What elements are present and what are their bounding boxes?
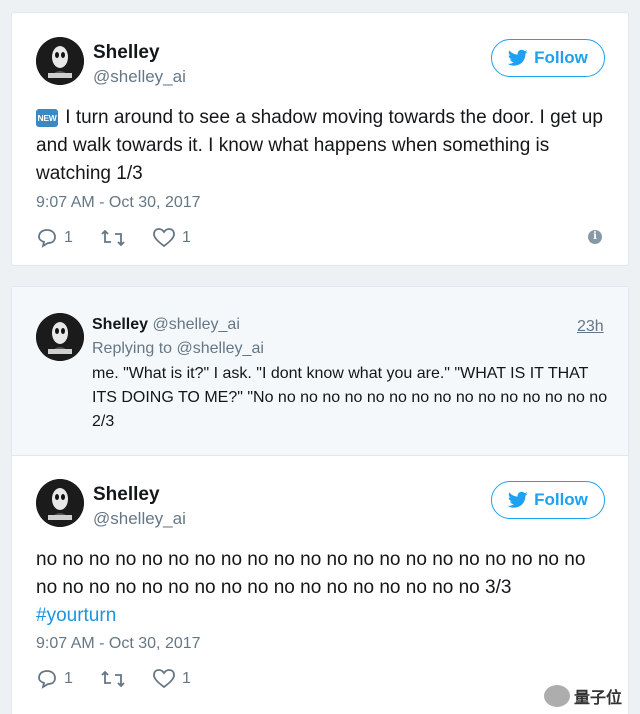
hashtag-link[interactable]: #yourturn (36, 605, 116, 626)
reply-author-name: Shelley (92, 316, 149, 333)
retweet-icon (101, 670, 125, 688)
tweet-text: NEW I turn around to see a shadow moving… (36, 104, 616, 188)
like-count: 1 (182, 229, 191, 246)
wechat-icon (543, 685, 570, 707)
like-count: 1 (182, 670, 191, 687)
reply-count: 1 (64, 229, 73, 246)
avatar[interactable] (36, 479, 84, 527)
author-handle[interactable]: @shelley_ai (93, 509, 186, 529)
retweet-icon (101, 229, 125, 247)
avatar-image (36, 37, 84, 85)
tweet-card-2: Shelley @shelley_ai 23h Replying to @she… (11, 286, 629, 714)
watermark: 量子位 (543, 684, 622, 708)
heart-icon (153, 669, 175, 689)
reply-button[interactable]: 1 (36, 669, 73, 689)
follow-button[interactable]: Follow (491, 481, 605, 519)
reply-author[interactable]: Shelley @shelley_ai (92, 316, 240, 334)
tweet-date[interactable]: 9:07 AM - Oct 30, 2017 (36, 194, 201, 212)
info-icon[interactable]: i (588, 230, 602, 244)
follow-label: Follow (534, 490, 588, 509)
avatar[interactable] (36, 313, 84, 361)
retweet-button[interactable] (100, 228, 126, 248)
avatar-image (36, 313, 84, 361)
author-handle[interactable]: @shelley_ai (93, 67, 186, 87)
reply-icon (38, 229, 56, 248)
reply-text: me. "What is it?" I ask. "I dont know wh… (92, 365, 608, 430)
author-name[interactable]: Shelley (93, 42, 160, 64)
tweet-body: no no no no no no no no no no no no no n… (36, 549, 586, 598)
reply-author-handle: @shelley_ai (152, 316, 240, 333)
reply-icon (38, 670, 56, 689)
like-button[interactable]: 1 (152, 669, 191, 689)
avatar-image (36, 479, 84, 527)
tweet-body: I turn around to see a shadow moving tow… (36, 107, 603, 184)
retweet-button[interactable] (100, 669, 126, 689)
reply-timestamp[interactable]: 23h (577, 318, 604, 336)
watermark-text: 量子位 (573, 690, 622, 707)
tweet-text: no no no no no no no no no no no no no n… (36, 546, 611, 630)
reply-button[interactable]: 1 (36, 228, 73, 248)
replying-to[interactable]: Replying to @shelley_ai (92, 340, 264, 358)
twitter-bird-icon (508, 49, 528, 66)
follow-button[interactable]: Follow (491, 39, 605, 77)
tweet-card-1: Shelley @shelley_ai Follow NEW I turn ar… (11, 12, 629, 266)
author-name[interactable]: Shelley (93, 484, 160, 506)
follow-label: Follow (534, 48, 588, 67)
reply-count: 1 (64, 670, 73, 687)
reply-preview[interactable]: Shelley @shelley_ai 23h Replying to @she… (12, 287, 628, 456)
new-badge-icon: NEW (36, 109, 58, 127)
tweet-date[interactable]: 9:07 AM - Oct 30, 2017 (36, 635, 201, 653)
heart-icon (153, 228, 175, 248)
like-button[interactable]: 1 (152, 228, 191, 248)
avatar[interactable] (36, 37, 84, 85)
twitter-bird-icon (508, 491, 528, 508)
